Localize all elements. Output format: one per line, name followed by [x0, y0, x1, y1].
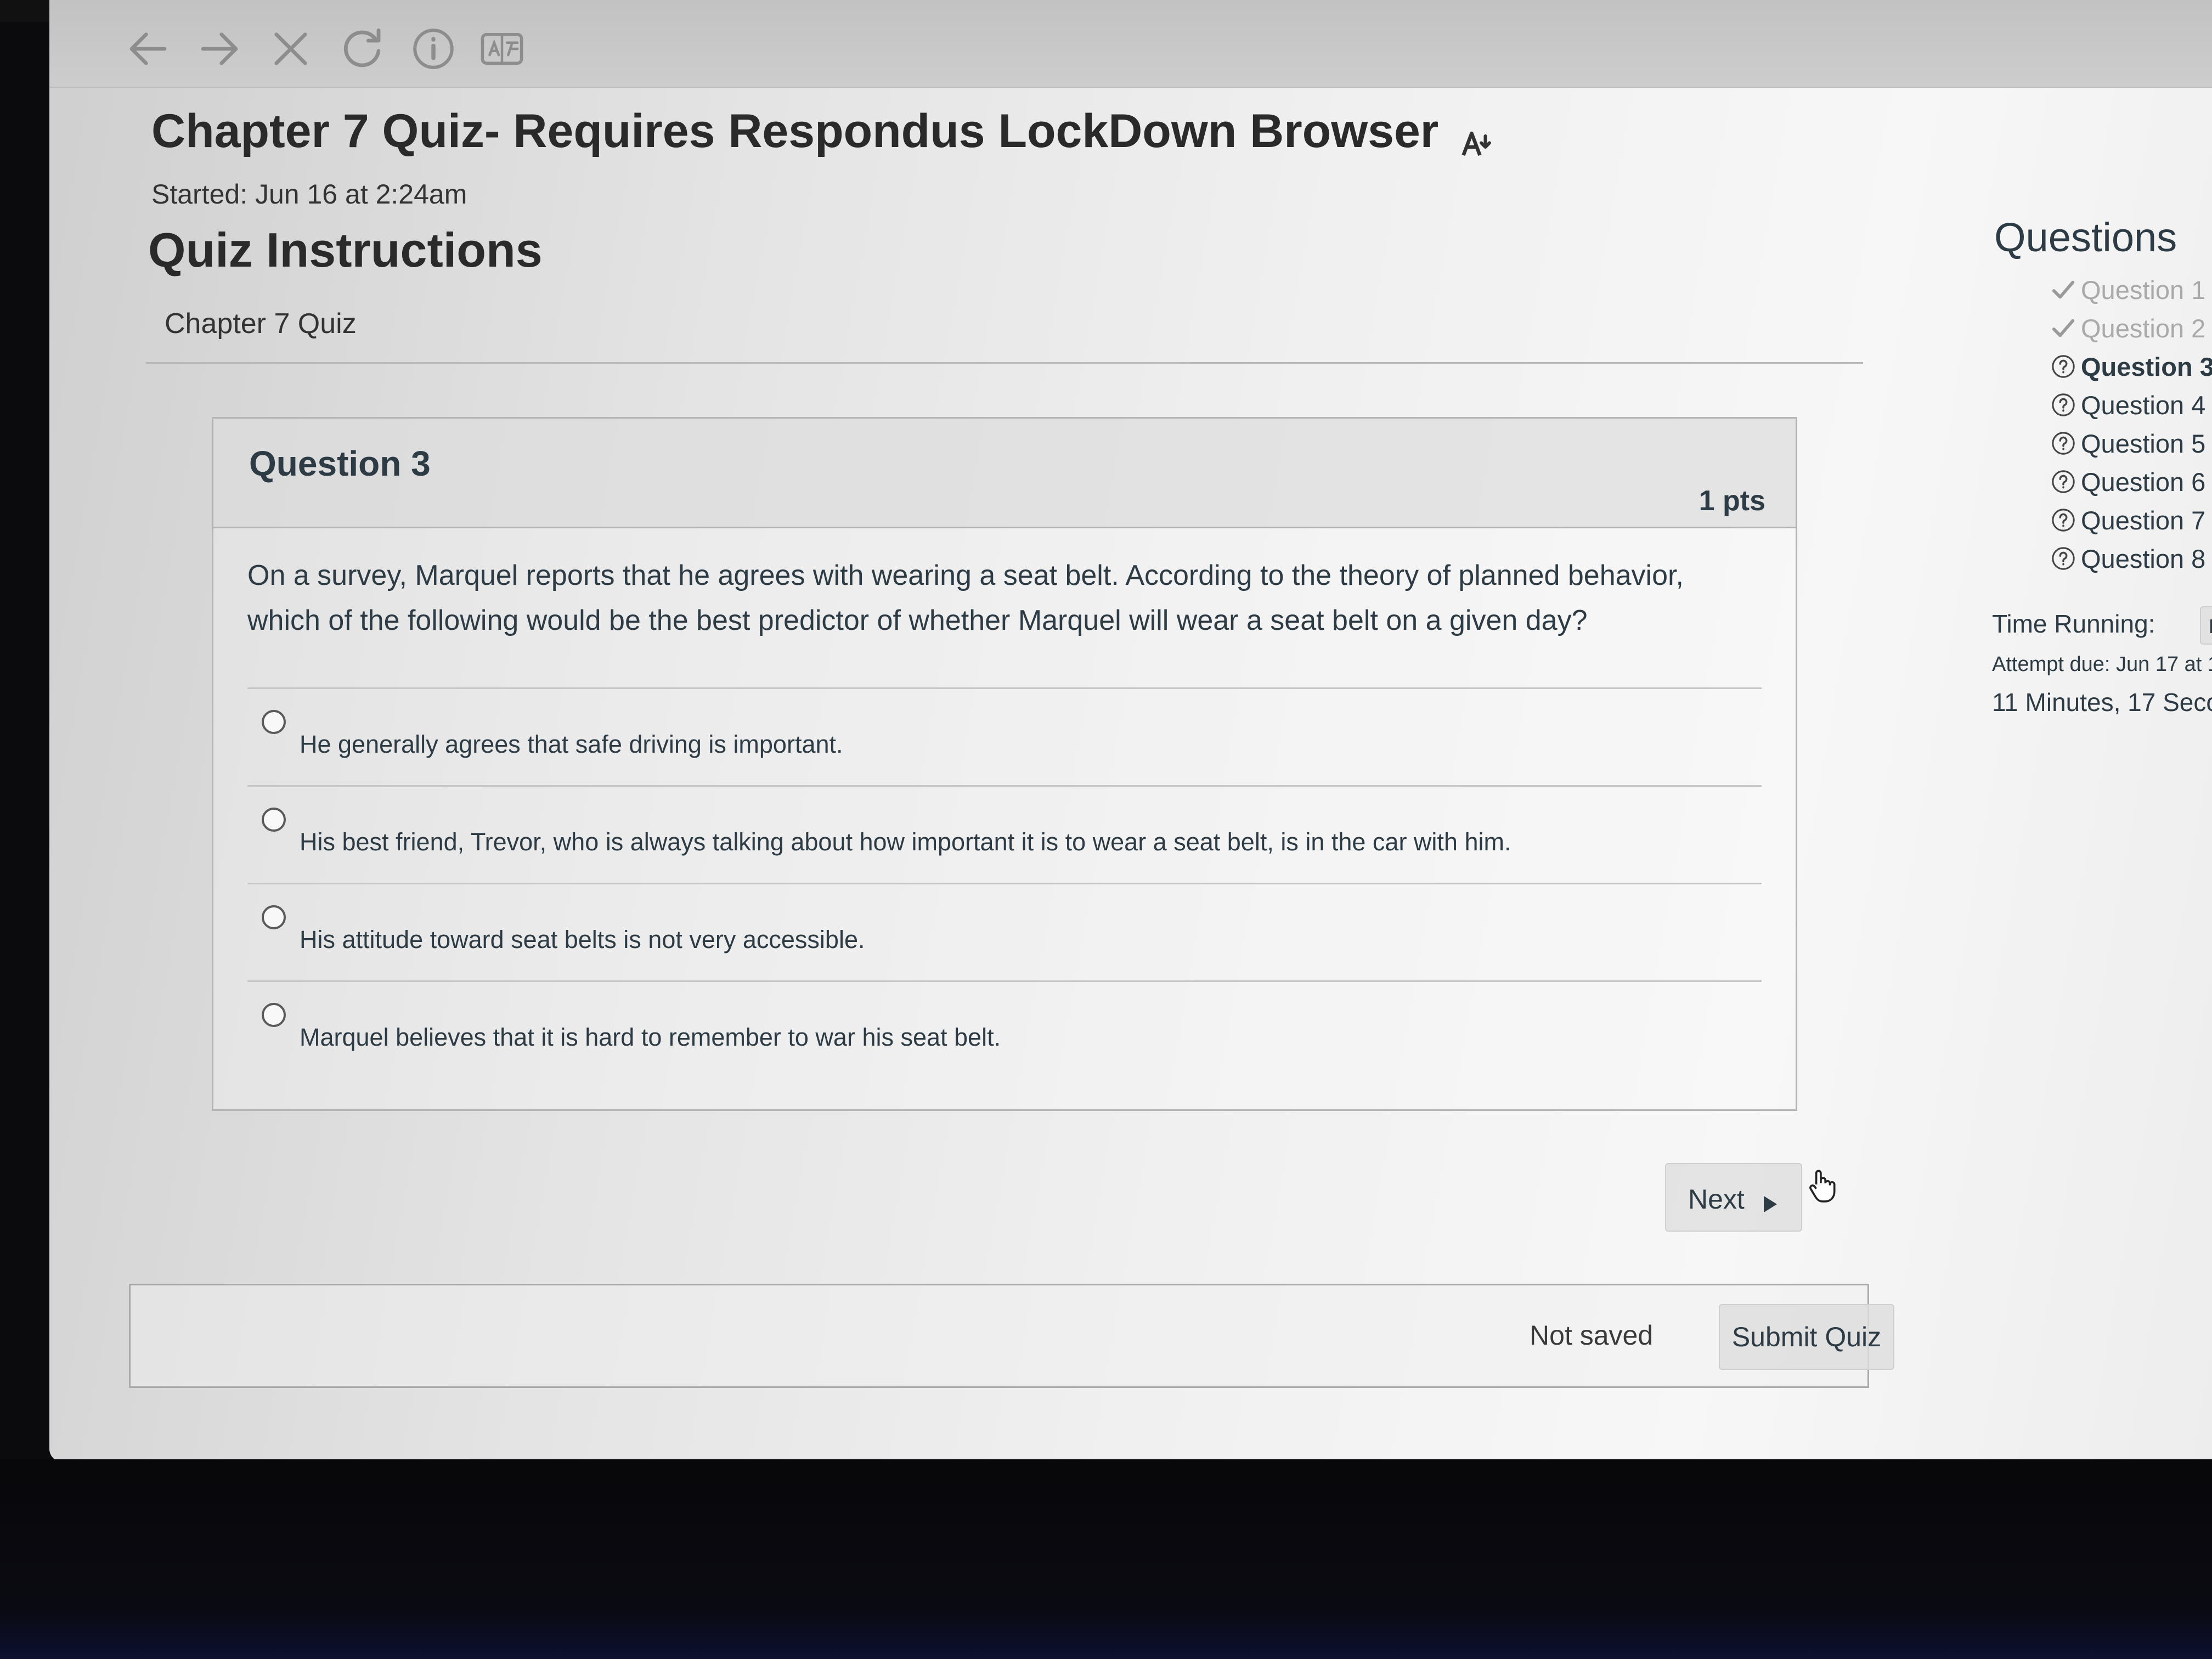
instructions-divider — [146, 362, 1863, 364]
device-bezel-bottom — [0, 1459, 2212, 1659]
question-link-label[interactable]: Question 2 — [2081, 313, 2205, 343]
caret-right-icon — [1762, 1189, 1779, 1212]
question-link-label[interactable]: Question 4 — [2081, 390, 2205, 420]
quiz-page: Chapter 7 Quiz- Requires Respondus LockD… — [49, 88, 2212, 1462]
answer-option[interactable]: His attitude toward seat belts is not ve… — [247, 883, 1762, 980]
save-status: Not saved — [1530, 1320, 1654, 1351]
questions-heading: Questions — [1994, 215, 2177, 260]
question-link-label[interactable]: Question 8 — [2081, 544, 2205, 574]
check-icon — [2051, 315, 2076, 341]
question-link-label[interactable]: Question 1 — [2081, 275, 2205, 305]
reload-icon[interactable] — [337, 24, 387, 74]
time-running-label: Time Running: — [1992, 610, 2155, 638]
question-link-5[interactable]: Question 5 — [1983, 425, 2212, 464]
answer-list: He generally agrees that safe driving is… — [247, 687, 1762, 1078]
question-circle-icon — [2051, 354, 2076, 379]
question-link-label[interactable]: Question 6 — [2081, 467, 2205, 497]
question-link-label[interactable]: Question 7 — [2081, 505, 2205, 535]
accessibility-font-icon[interactable] — [1459, 118, 1492, 156]
back-arrow-icon[interactable] — [123, 24, 173, 74]
submit-quiz-button[interactable]: Submit Quiz — [1719, 1304, 1894, 1370]
question-link-label[interactable]: Question 5 — [2081, 428, 2205, 459]
answer-radio[interactable] — [262, 1003, 286, 1027]
question-link-1[interactable]: Question 1 — [1983, 272, 2212, 310]
next-button-label: Next — [1688, 1184, 1745, 1215]
answer-label[interactable]: Marquel believes that it is hard to reme… — [300, 1023, 1001, 1052]
next-button[interactable]: Next — [1665, 1163, 1802, 1232]
question-link-8[interactable]: Question 8 — [1983, 540, 2212, 579]
question-link-6[interactable]: Question 6 — [1983, 464, 2212, 502]
question-circle-icon — [2051, 392, 2076, 417]
answer-radio[interactable] — [262, 808, 286, 832]
question-card: Question 3 1 pts On a survey, Marquel re… — [212, 417, 1797, 1111]
answer-option[interactable]: His best friend, Trevor, who is always t… — [247, 785, 1762, 883]
started-timestamp: Started: Jun 16 at 2:24am — [151, 179, 467, 210]
question-points: 1 pts — [1699, 485, 1765, 517]
question-circle-icon — [2051, 431, 2076, 456]
question-text: On a survey, Marquel reports that he agr… — [247, 560, 1684, 636]
answer-option[interactable]: Marquel believes that it is hard to reme… — [247, 980, 1762, 1078]
instructions-heading: Quiz Instructions — [148, 223, 543, 277]
attempt-due: Attempt due: Jun 17 at 11 — [1992, 653, 2212, 676]
info-icon[interactable] — [409, 24, 458, 74]
question-circle-icon — [2051, 507, 2076, 533]
answer-label[interactable]: His attitude toward seat belts is not ve… — [300, 926, 865, 954]
timer-value: 11 Minutes, 17 Secor — [1992, 688, 2212, 716]
question-link-4[interactable]: Question 4 — [1983, 387, 2212, 425]
hide-timer-button[interactable]: Hide — [2200, 606, 2212, 645]
question-link-7[interactable]: Question 7 — [1983, 502, 2212, 540]
question-header: Question 3 1 pts — [213, 419, 1796, 528]
question-link-3[interactable]: Question 3 — [1983, 348, 2212, 387]
check-icon — [2051, 277, 2076, 302]
answer-radio[interactable] — [262, 710, 286, 734]
lockdown-browser-window: Chapter 7 Quiz- Requires Respondus LockD… — [49, 0, 2212, 1462]
answer-label[interactable]: His best friend, Trevor, who is always t… — [300, 828, 1511, 856]
answer-label[interactable]: He generally agrees that safe driving is… — [300, 730, 843, 759]
stop-icon[interactable] — [266, 24, 315, 74]
quiz-footer: Not saved Submit Quiz — [129, 1284, 1894, 1388]
translate-icon[interactable] — [477, 24, 527, 74]
question-title: Question 3 — [249, 444, 431, 483]
forward-arrow-icon[interactable] — [195, 24, 244, 74]
browser-toolbar — [49, 0, 2212, 88]
page-title: Chapter 7 Quiz- Requires Respondus LockD… — [151, 104, 1492, 159]
instructions-body: Chapter 7 Quiz — [165, 308, 357, 340]
question-link-label[interactable]: Question 3 — [2081, 352, 2212, 382]
hand-cursor-icon — [1805, 1167, 1839, 1205]
question-link-2[interactable]: Question 2 — [1983, 310, 2212, 348]
answer-option[interactable]: He generally agrees that safe driving is… — [247, 687, 1762, 785]
question-circle-icon — [2051, 469, 2076, 494]
answer-radio[interactable] — [262, 905, 286, 929]
question-circle-icon — [2051, 546, 2076, 571]
quiz-title-text: Chapter 7 Quiz- Requires Respondus LockD… — [151, 105, 1439, 157]
question-nav-list: Question 1 Question 2 Question 3 Questio… — [1983, 272, 2212, 579]
